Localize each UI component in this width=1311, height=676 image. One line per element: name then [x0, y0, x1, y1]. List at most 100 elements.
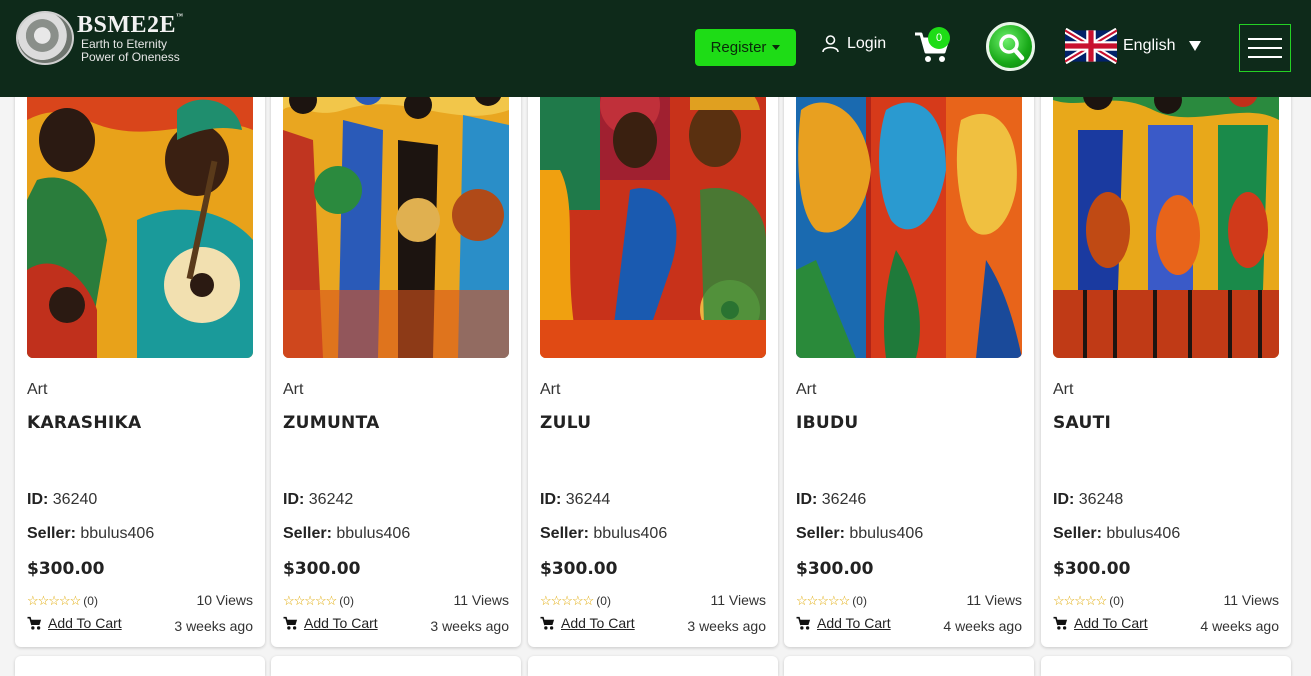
product-price: $300.00: [540, 559, 618, 579]
add-to-cart-button[interactable]: Add To Cart: [1053, 615, 1148, 631]
product-posted-time: 4 weeks ago: [1200, 618, 1279, 634]
product-card: Art ZULU ID: 36244 Seller: bbulus406 $30…: [528, 70, 778, 647]
product-rating[interactable]: ☆☆☆☆☆ (0): [27, 593, 98, 609]
product-views: 11 Views: [453, 592, 509, 608]
seller-label: Seller:: [27, 525, 76, 542]
cart-icon: [283, 616, 298, 630]
add-to-cart-button[interactable]: Add To Cart: [283, 615, 378, 631]
product-category: Art: [796, 381, 817, 398]
id-label: ID:: [27, 491, 49, 508]
uk-flag-icon: [1065, 28, 1117, 64]
product-image[interactable]: [796, 70, 1022, 358]
register-dropdown-button[interactable]: Register: [695, 29, 796, 66]
product-image[interactable]: [283, 70, 509, 358]
seller-name[interactable]: bbulus406: [336, 525, 410, 542]
product-image[interactable]: [540, 70, 766, 358]
seller-label: Seller:: [540, 525, 589, 542]
add-to-cart-button[interactable]: Add To Cart: [540, 615, 635, 631]
add-to-cart-button[interactable]: Add To Cart: [796, 615, 891, 631]
site-header: BSME2E™ Earth to Eternity Power of Onene…: [0, 0, 1311, 97]
search-icon: [998, 33, 1024, 60]
product-seller: Seller: bbulus406: [796, 525, 923, 543]
product-rating[interactable]: ☆☆☆☆☆ (0): [283, 593, 354, 609]
seller-label: Seller:: [1053, 525, 1102, 542]
id-value: 36248: [1078, 491, 1124, 508]
product-id: ID: 36242: [283, 491, 353, 509]
artwork-image: [27, 70, 253, 358]
cart-count-badge: 0: [928, 27, 950, 49]
product-card: Art ZUMUNTA ID: 36242 Seller: bbulus406 …: [271, 70, 521, 647]
product-posted-time: 3 weeks ago: [430, 618, 509, 634]
product-seller: Seller: bbulus406: [27, 525, 154, 543]
product-rating[interactable]: ☆☆☆☆☆ (0): [540, 593, 611, 609]
product-title[interactable]: ZULU: [540, 413, 591, 433]
id-value: 36242: [308, 491, 354, 508]
site-logo[interactable]: BSME2E™ Earth to Eternity Power of Onene…: [16, 11, 184, 65]
star-outline-icon: ☆☆☆☆☆: [27, 593, 81, 608]
add-to-cart-button[interactable]: Add To Cart: [27, 615, 122, 631]
id-label: ID:: [540, 491, 562, 508]
product-id: ID: 36240: [27, 491, 97, 509]
product-category: Art: [540, 381, 561, 398]
product-image[interactable]: [1053, 70, 1279, 358]
product-card: Art SAUTI ID: 36248 Seller: bbulus406 $3…: [1041, 70, 1291, 647]
rating-count: (0): [1109, 594, 1124, 608]
product-card-next-row: [784, 656, 1034, 676]
product-seller: Seller: bbulus406: [1053, 525, 1180, 543]
login-link[interactable]: Login: [822, 35, 886, 53]
product-card-next-row: [1041, 656, 1291, 676]
hamburger-line: [1248, 38, 1282, 40]
rating-count: (0): [339, 594, 354, 608]
brand-name: BSME2E: [77, 11, 177, 38]
seller-name[interactable]: bbulus406: [593, 525, 667, 542]
product-card: Art IBUDU ID: 36246 Seller: bbulus406 $3…: [784, 70, 1034, 647]
seller-name[interactable]: bbulus406: [1106, 525, 1180, 542]
product-views: 11 Views: [710, 592, 766, 608]
product-id: ID: 36248: [1053, 491, 1123, 509]
product-category: Art: [27, 381, 48, 398]
cart-icon: [1053, 616, 1068, 630]
product-views: 10 Views: [196, 592, 253, 608]
id-label: ID:: [796, 491, 818, 508]
seller-name[interactable]: bbulus406: [849, 525, 923, 542]
product-rating[interactable]: ☆☆☆☆☆ (0): [1053, 593, 1124, 609]
seller-label: Seller:: [283, 525, 332, 542]
product-price: $300.00: [27, 559, 105, 579]
add-to-cart-label: Add To Cart: [817, 615, 891, 631]
artwork-image: [540, 70, 766, 358]
rating-count: (0): [852, 594, 867, 608]
hamburger-menu-button[interactable]: [1239, 24, 1291, 72]
product-seller: Seller: bbulus406: [283, 525, 410, 543]
user-icon: [822, 35, 839, 53]
cart-icon: [796, 616, 811, 630]
product-posted-time: 3 weeks ago: [687, 618, 766, 634]
product-title[interactable]: IBUDU: [796, 413, 859, 433]
seller-name[interactable]: bbulus406: [80, 525, 154, 542]
product-image[interactable]: [27, 70, 253, 358]
cart-icon: [27, 616, 42, 630]
product-title[interactable]: SAUTI: [1053, 413, 1111, 433]
add-to-cart-label: Add To Cart: [48, 615, 122, 631]
id-value: 36246: [821, 491, 867, 508]
logo-tagline-1: Earth to Eternity: [81, 37, 168, 51]
search-button[interactable]: [986, 22, 1035, 71]
caret-down-icon: [1189, 41, 1202, 51]
star-outline-icon: ☆☆☆☆☆: [1053, 593, 1107, 608]
language-selector[interactable]: English: [1065, 28, 1202, 64]
product-price: $300.00: [796, 559, 874, 579]
language-label: English: [1123, 37, 1176, 54]
star-outline-icon: ☆☆☆☆☆: [540, 593, 594, 608]
artwork-image: [283, 70, 509, 358]
product-title[interactable]: ZUMUNTA: [283, 413, 380, 433]
product-card: Art KARASHIKA ID: 36240 Seller: bbulus40…: [15, 70, 265, 647]
product-views: 11 Views: [966, 592, 1022, 608]
product-title[interactable]: KARASHIKA: [27, 413, 141, 433]
star-outline-icon: ☆☆☆☆☆: [796, 593, 850, 608]
register-label: Register: [710, 39, 767, 56]
product-category: Art: [283, 381, 304, 398]
cart-icon: [540, 616, 555, 630]
product-rating[interactable]: ☆☆☆☆☆ (0): [796, 593, 867, 609]
logo-text: BSME2E™ Earth to Eternity Power of Onene…: [77, 11, 184, 63]
rating-count: (0): [83, 594, 98, 608]
product-card-next-row: [271, 656, 521, 676]
